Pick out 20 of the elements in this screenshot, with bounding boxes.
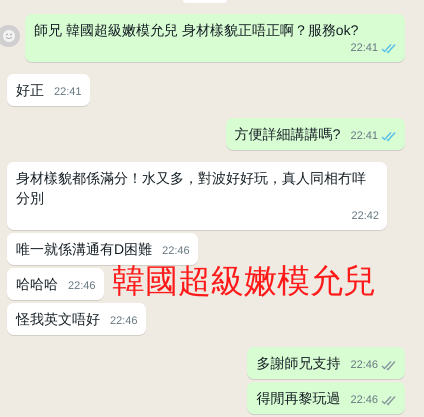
message-time: 22:46: [350, 393, 378, 407]
overlay-caption: 韓國超級嫩模允兒: [112, 264, 376, 298]
message-time: 22:41: [350, 129, 378, 143]
message-time: 22:46: [68, 279, 96, 293]
message-time: 22:46: [350, 358, 378, 372]
message-text: 唯一就係溝通有D困難: [16, 240, 152, 259]
message-text: 師兄 韓國超級嫩模允兒 身材樣貌正唔正啊？服務ok?: [34, 21, 358, 40]
message-text: 身材樣貌都係滿分！水又多，對波好好玩，真人同相冇咩分別: [16, 169, 367, 208]
message-time: 22:41: [350, 41, 378, 55]
message-text: 哈哈哈: [16, 275, 58, 294]
message-time: 22:46: [110, 314, 138, 328]
message-time: 22:41: [54, 85, 82, 99]
message-time: 22:42: [351, 209, 379, 223]
message-text: 多謝師兄支持: [256, 354, 340, 373]
avatar-icon: [0, 25, 20, 47]
message-text: 怪我英文唔好: [16, 310, 100, 329]
message-time: 22:46: [162, 244, 190, 258]
message-text: 得閒再黎玩過: [256, 389, 340, 408]
message-text: 好正: [16, 81, 44, 100]
message-text: 方便詳細講講嗎?: [234, 125, 340, 144]
